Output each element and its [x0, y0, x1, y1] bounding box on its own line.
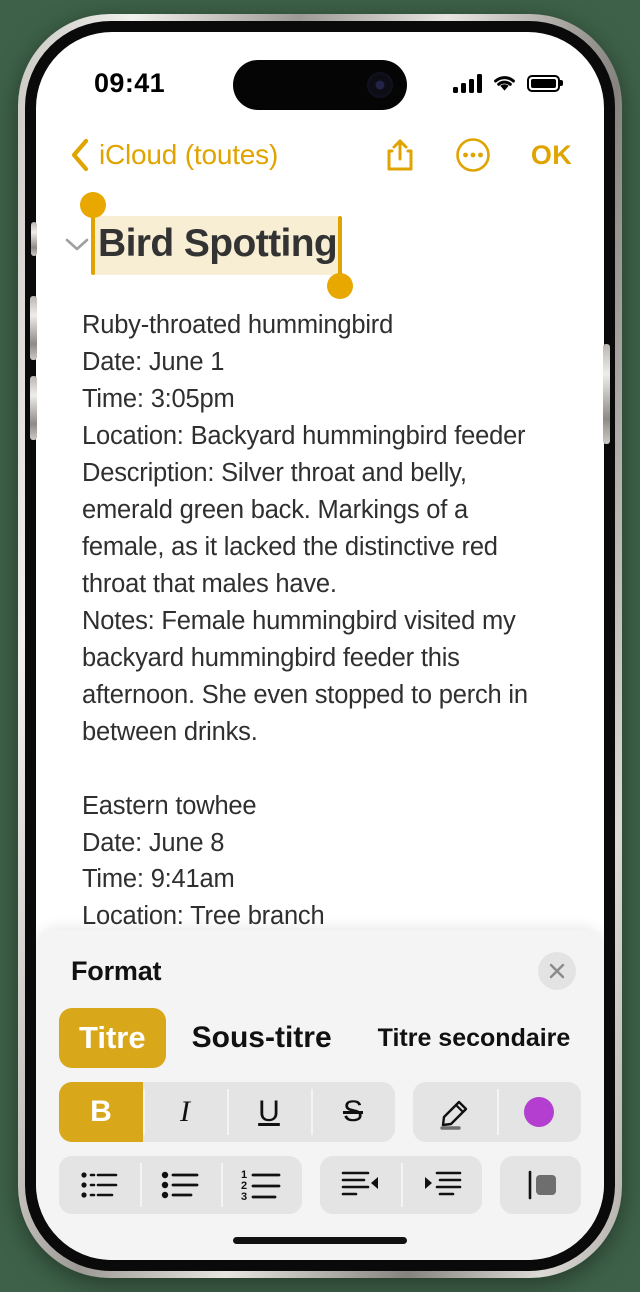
bullet-list-button[interactable]	[140, 1156, 221, 1214]
list-and-indent-row: 1 2 3	[54, 1142, 586, 1214]
outdent-icon	[341, 1171, 378, 1196]
selection-handle-start[interactable]	[80, 192, 106, 218]
share-button[interactable]	[385, 138, 415, 172]
note-title[interactable]: Bird Spotting	[92, 216, 342, 275]
list-group: 1 2 3	[59, 1156, 302, 1214]
phone-screen: 09:41 iCloud (toutes) OK Bird Spotting R…	[36, 32, 604, 1260]
highlighter-pen-icon	[440, 1100, 468, 1130]
text-style-group: B I U S	[59, 1082, 395, 1142]
strikethrough-button[interactable]: S	[311, 1082, 395, 1142]
silent-switch[interactable]	[31, 222, 37, 256]
selection-bar-start	[91, 216, 95, 275]
style-chip-title[interactable]: Titre	[59, 1008, 166, 1068]
note-body-text[interactable]: Ruby-throated hummingbird Date: June 1 T…	[62, 285, 578, 935]
block-quote-button[interactable]	[500, 1156, 581, 1214]
style-chip-subtitle[interactable]: Sous-titre	[172, 1009, 352, 1067]
phone-frame: 09:41 iCloud (toutes) OK Bird Spotting R…	[18, 14, 622, 1278]
signal-bars-icon	[453, 73, 482, 93]
volume-down-button[interactable]	[30, 376, 37, 440]
bullet-list-icon	[161, 1171, 198, 1199]
style-chip-heading[interactable]: Titre secondaire	[358, 1012, 591, 1065]
back-button[interactable]: iCloud (toutes)	[70, 138, 278, 172]
italic-button[interactable]: I	[143, 1082, 227, 1142]
share-icon	[387, 139, 413, 171]
indent-icon	[424, 1171, 461, 1196]
wifi-icon	[494, 76, 515, 91]
battery-level	[531, 78, 556, 88]
bold-label: B	[90, 1095, 112, 1128]
text-style-row: B I U S	[54, 1068, 586, 1142]
indent-group	[320, 1156, 482, 1214]
chevron-down-icon[interactable]	[62, 237, 92, 253]
numbered-list-button[interactable]: 1 2 3	[221, 1156, 302, 1214]
nav-actions: OK	[385, 137, 572, 173]
highlighter-button[interactable]	[413, 1082, 497, 1142]
dashed-bullet-list-button[interactable]	[59, 1156, 140, 1214]
selection-handle-end[interactable]	[327, 272, 354, 299]
format-sheet-title: Format	[71, 955, 162, 986]
underline-button[interactable]: U	[227, 1082, 311, 1142]
front-camera-icon	[367, 72, 393, 98]
bold-button[interactable]: B	[59, 1082, 143, 1142]
more-options-icon	[456, 138, 490, 172]
indent-button[interactable]	[401, 1156, 482, 1214]
style-chip-body[interactable]: C	[596, 1012, 604, 1065]
format-sheet: Format Titre Sous-titre Titre secondaire…	[36, 930, 604, 1260]
close-icon	[549, 963, 565, 979]
close-button[interactable]	[538, 952, 576, 990]
selection-bar-end	[338, 216, 343, 275]
dynamic-island	[233, 60, 407, 110]
status-icons	[453, 73, 560, 93]
chevron-left-icon	[71, 138, 89, 172]
block-quote-icon	[528, 1170, 556, 1200]
status-time: 09:41	[94, 67, 166, 98]
more-options-button[interactable]	[455, 137, 491, 173]
nav-bar: iCloud (toutes) OK	[36, 124, 604, 186]
numbered-list-icon: 1 2 3	[241, 1169, 280, 1202]
volume-up-button[interactable]	[30, 296, 37, 360]
battery-icon	[527, 74, 560, 92]
block-group	[500, 1156, 581, 1214]
strikethrough-label: S	[342, 1095, 363, 1128]
highlight-color-button[interactable]	[497, 1082, 581, 1142]
done-button[interactable]: OK	[531, 140, 572, 171]
phone-bezel: 09:41 iCloud (toutes) OK Bird Spotting R…	[25, 21, 615, 1271]
back-button-label: iCloud (toutes)	[99, 139, 279, 170]
color-swatch-icon	[524, 1097, 554, 1127]
highlight-group	[413, 1082, 581, 1142]
note-title-wrap: Bird Spotting	[80, 192, 354, 299]
home-indicator	[233, 1237, 407, 1244]
note-title-row: Bird Spotting	[62, 192, 578, 299]
svg-text:3: 3	[241, 1191, 247, 1202]
dashed-bullet-list-icon	[80, 1172, 117, 1198]
outdent-button[interactable]	[320, 1156, 401, 1214]
power-button[interactable]	[603, 344, 610, 444]
paragraph-style-row: Titre Sous-titre Titre secondaire C	[59, 996, 586, 1068]
format-sheet-header: Format	[54, 930, 586, 996]
underline-label: U	[258, 1095, 280, 1128]
italic-label: I	[180, 1095, 190, 1128]
